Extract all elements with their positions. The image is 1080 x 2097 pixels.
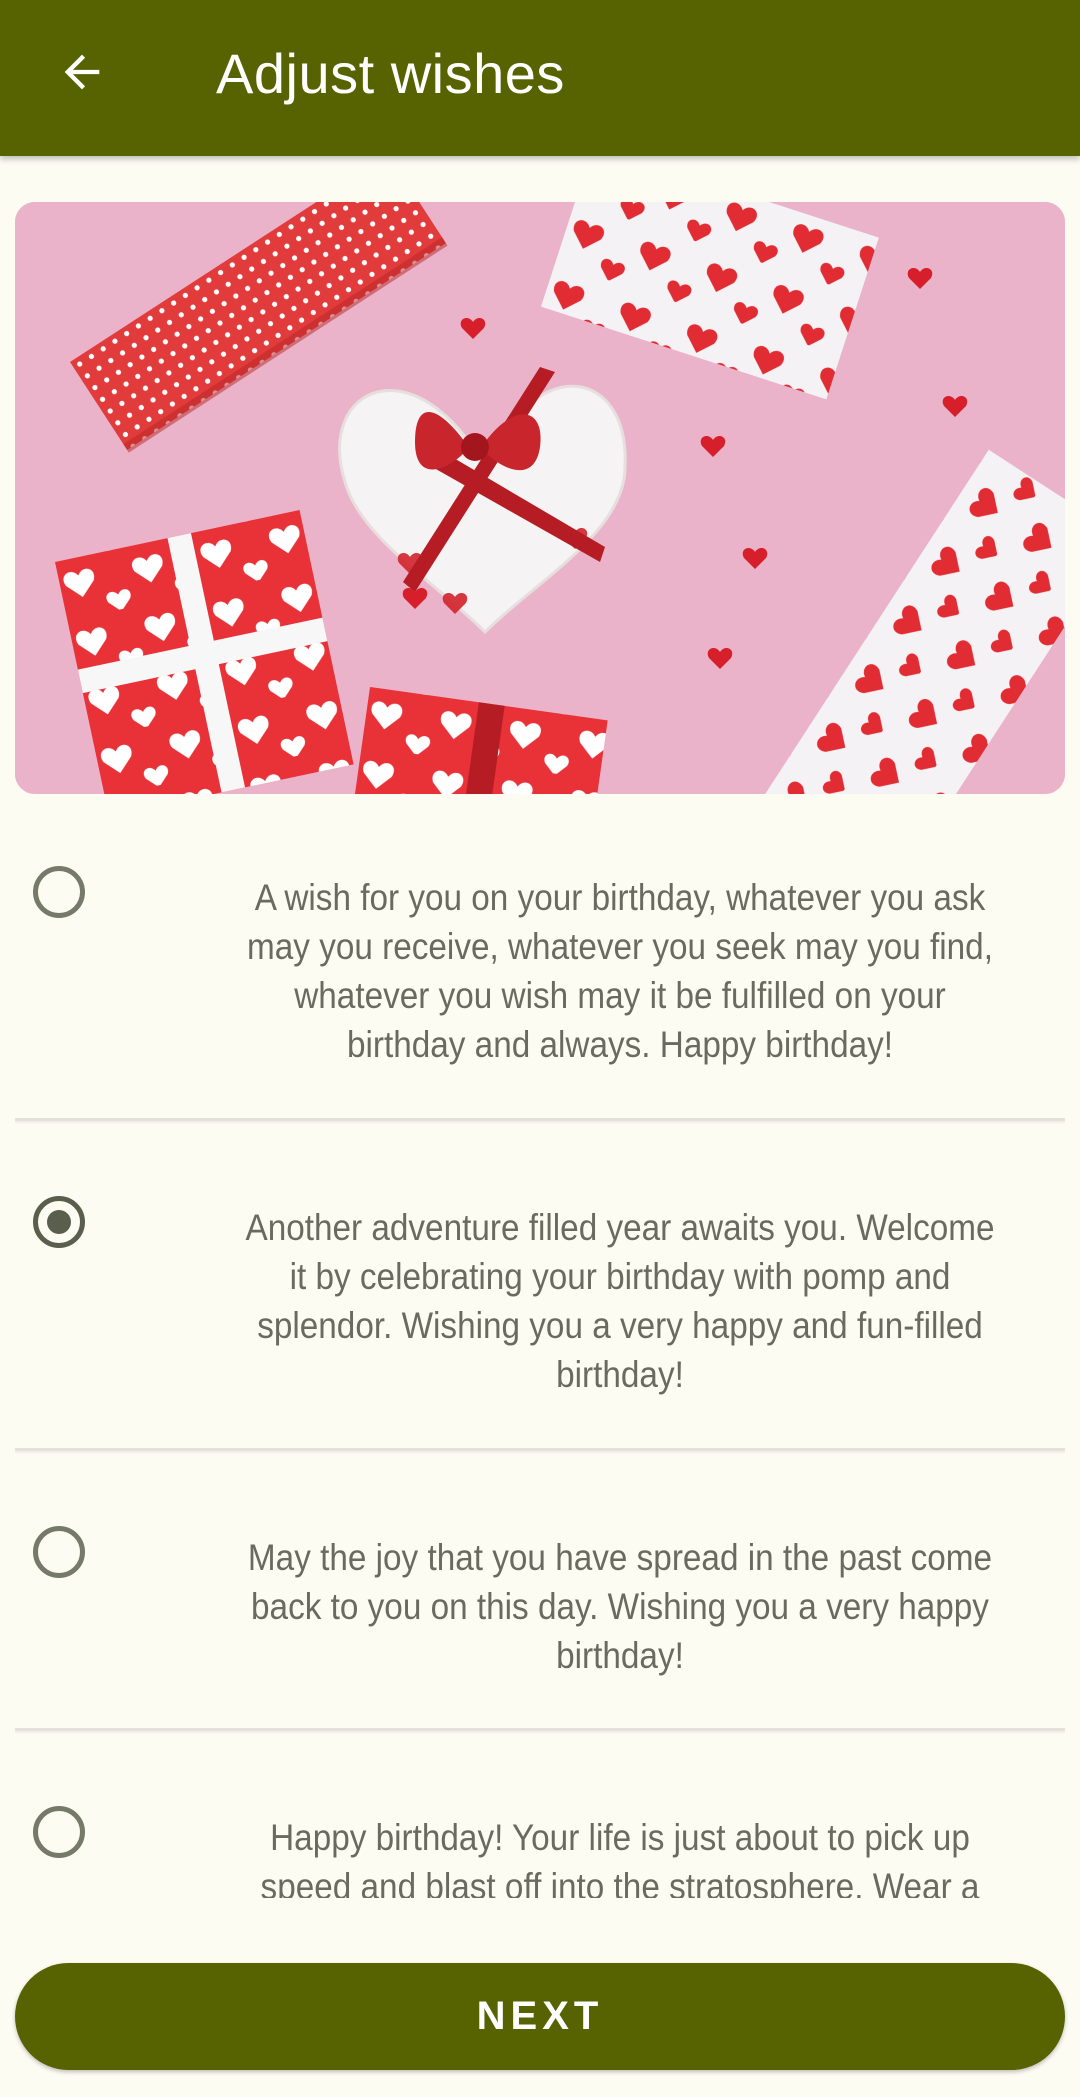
radio-button[interactable] [33,1806,85,1858]
gift-boxes-image [15,202,1065,794]
page-title: Adjust wishes [216,42,565,105]
app-bar: Adjust wishes [0,0,1080,156]
wish-text: Another adventure filled year awaits you… [245,1207,995,1395]
radio-button-selected[interactable] [33,1196,85,1248]
wish-text: May the joy that you have spread in the … [247,1537,993,1676]
wish-option[interactable]: Happy birthday! Your life is just about … [15,1758,1065,1898]
arrow-left-icon [64,54,100,90]
wish-option[interactable]: Another adventure filled year awaits you… [15,1148,1065,1451]
radio-button[interactable] [33,866,85,918]
wish-list[interactable]: A wish for you on your birthday, whateve… [15,818,1065,1898]
next-button[interactable]: NEXT [15,1963,1065,2070]
wish-option[interactable]: May the joy that you have spread in the … [15,1478,1065,1731]
wish-text: Happy birthday! Your life is just about … [260,1817,980,1898]
wish-text: A wish for you on your birthday, whateve… [247,877,993,1065]
wish-option[interactable]: A wish for you on your birthday, whateve… [15,818,1065,1121]
back-button[interactable] [50,40,114,104]
radio-button[interactable] [33,1526,85,1578]
